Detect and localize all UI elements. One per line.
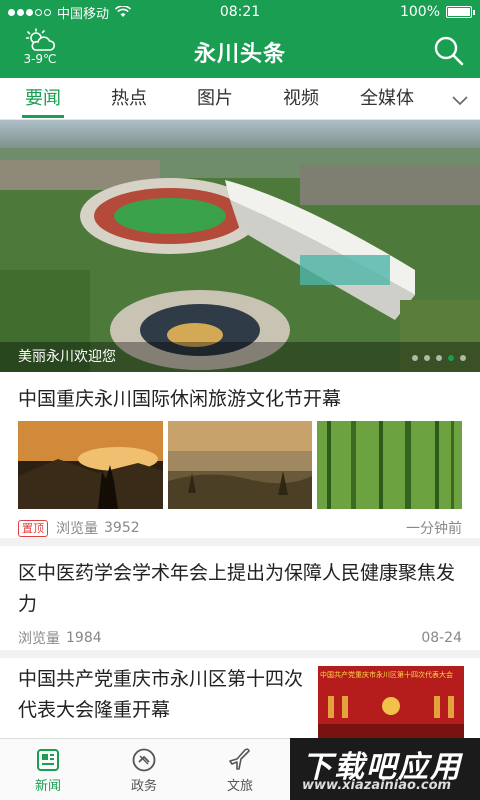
- tab-quanmeiti[interactable]: 全媒体: [344, 78, 430, 120]
- news-title: 中国重庆永川国际休闲旅游文化节开幕: [18, 388, 342, 410]
- views-count: 3952: [104, 520, 140, 536]
- carousel-dot[interactable]: [460, 355, 466, 361]
- news-thumbnails: [18, 421, 463, 509]
- status-bar: 中国移动 08:21 100%: [0, 0, 480, 24]
- news-title: 区中医药学会学术年会上提出为保障人民健康聚焦发力: [18, 562, 456, 615]
- wifi-icon: [115, 6, 132, 17]
- thumbnail-image: [167, 421, 313, 509]
- news-item[interactable]: 中国共产党重庆市永川区第十四次代表大会隆重开幕 中国共产党重庆市永川区第十四次代…: [0, 658, 480, 748]
- tab-shipin[interactable]: 视频: [258, 78, 344, 120]
- news-time: 08-24: [421, 630, 462, 646]
- signal-icon: [8, 8, 51, 16]
- channel-tabs: 要闻 热点 图片 视频 全媒体: [0, 78, 480, 120]
- search-icon: [434, 36, 464, 66]
- nav-label: 政务: [130, 779, 157, 794]
- views-label: 浏览量: [18, 631, 60, 647]
- banner-caption: 美丽永川欢迎您: [0, 342, 480, 372]
- chevron-down-icon[interactable]: [450, 90, 470, 110]
- news-icon: [37, 749, 59, 771]
- government-icon: [132, 748, 156, 772]
- news-time: 一分钟前: [406, 521, 462, 537]
- news-item[interactable]: 区中医药学会学术年会上提出为保障人民健康聚焦发力 浏览量 1984 08-24: [0, 546, 480, 658]
- nav-label: 文旅: [226, 779, 253, 794]
- news-meta: 置顶 浏览量 3952 一分钟前: [18, 518, 462, 538]
- tab-tupian[interactable]: 图片: [172, 78, 258, 120]
- news-item[interactable]: 中国重庆永川国际休闲旅游文化节开幕 置顶 浏览量 3952 一分钟前: [0, 372, 480, 546]
- status-right: 100%: [292, 4, 475, 20]
- thumbnail-caption: 中国共产党重庆市永川区第十四次代表大会: [320, 671, 453, 679]
- plane-icon: [229, 748, 250, 770]
- carousel-dot[interactable]: [424, 355, 430, 361]
- search-button[interactable]: [432, 34, 466, 68]
- tab-redian[interactable]: 热点: [86, 78, 172, 120]
- nav-government[interactable]: 政务: [96, 739, 192, 800]
- news-meta: 浏览量 1984 08-24: [18, 628, 462, 648]
- views-count: 1984: [66, 630, 102, 646]
- battery-percent: 100%: [399, 4, 440, 20]
- nav-news[interactable]: 新闻: [0, 739, 96, 800]
- clock: 08:21: [219, 4, 261, 20]
- news-title: 中国共产党重庆市永川区第十四次代表大会隆重开幕: [18, 668, 304, 721]
- battery-icon: [446, 6, 475, 18]
- carousel-dot[interactable]: [436, 355, 442, 361]
- carrier-label: 中国移动: [57, 6, 110, 22]
- nav-culture-travel[interactable]: 文旅: [192, 739, 288, 800]
- nav-label: 新闻: [34, 779, 61, 794]
- carousel-dot[interactable]: [448, 355, 454, 361]
- views-label: 浏览量: [56, 521, 98, 537]
- app-header: 3-9℃ 永川头条: [0, 24, 480, 78]
- thumbnail-image: 中国共产党重庆市永川区第十四次代表大会: [318, 666, 464, 746]
- banner-image: [0, 120, 480, 372]
- watermark-url: www.xiazainiao.com: [302, 778, 452, 793]
- thumbnail-image: [18, 421, 163, 509]
- carousel-dot[interactable]: [412, 355, 418, 361]
- tab-yaowen[interactable]: 要闻: [0, 78, 86, 120]
- watermark: 下载吧应用 www.xiazainiao.com: [290, 738, 480, 800]
- status-left: 中国移动: [8, 3, 188, 22]
- carousel-indicator: [412, 355, 466, 361]
- pinned-badge: 置顶: [18, 519, 48, 537]
- app-title: 永川头条: [193, 42, 286, 67]
- thumbnail-image: [317, 421, 463, 509]
- banner-carousel[interactable]: 美丽永川欢迎您: [0, 120, 480, 372]
